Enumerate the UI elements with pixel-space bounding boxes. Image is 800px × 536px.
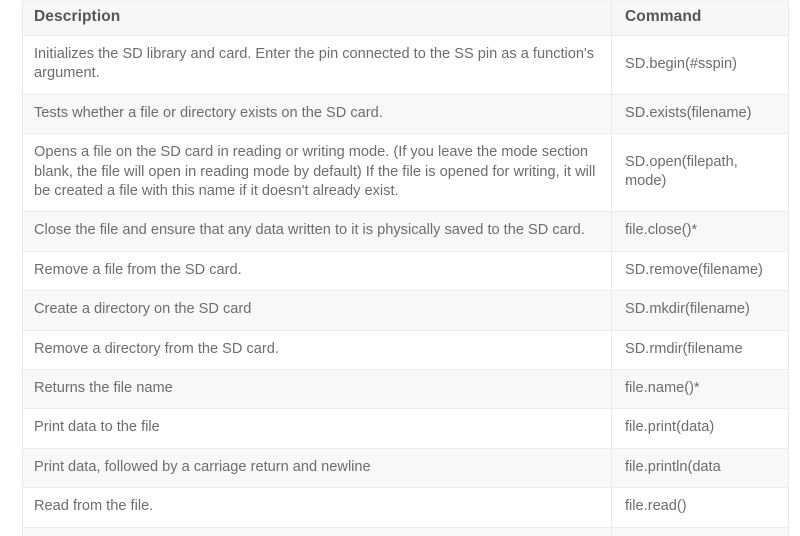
table-row: Remove a directory from the SD card. SD.… [22, 330, 789, 371]
cell-command: file.name()* [611, 369, 789, 410]
cell-command: SD.open(filepath, mode) [611, 133, 789, 213]
table-row: Read from the file. file.read() [22, 487, 789, 528]
cell-description: Create a directory on the SD card [22, 290, 612, 331]
table-header: Description Command [22, 0, 789, 36]
table-row: Initializes the SD library and card. Ent… [22, 35, 789, 95]
cell-description: Tests whether a file or directory exists… [22, 94, 612, 135]
cell-command: SD.remove(filename) [611, 251, 789, 292]
table-row: Remove a file from the SD card. SD.remov… [22, 251, 789, 292]
cell-command: file.println(data [611, 448, 789, 489]
table-row: Opens a file on the SD card in reading o… [22, 133, 789, 213]
table-row: Returns the file name file.name()* [22, 369, 789, 410]
cell-description: Print data, followed by a carriage retur… [22, 448, 612, 489]
cell-description: Remove a file from the SD card. [22, 251, 612, 292]
cell-description: Opens a file on the SD card in reading o… [22, 133, 612, 213]
cell-description: Print data to the file [22, 408, 612, 449]
page-root: Description Command Initializes the SD l… [0, 0, 800, 536]
cell-command: SD.rmdir(filename [611, 330, 789, 371]
cell-description: Initializes the SD library and card. Ent… [22, 35, 612, 95]
sd-library-reference-table: Description Command Initializes the SD l… [22, 0, 789, 536]
table-body: Initializes the SD library and card. Ent… [22, 35, 789, 536]
cell-command: file.available() [611, 527, 789, 536]
column-header-description: Description [22, 0, 612, 36]
table-row: Close the file and ensure that any data … [22, 211, 789, 252]
table-header-row: Description Command [22, 0, 789, 36]
cell-description: Remove a directory from the SD card. [22, 330, 612, 371]
cell-description: Close the file and ensure that any data … [22, 211, 612, 252]
cell-description: Returns the file name [22, 369, 612, 410]
table-row: Create a directory on the SD card SD.mkd… [22, 290, 789, 331]
cell-command: file.read() [611, 487, 789, 528]
table-row: Check if there are any bytes available f… [22, 527, 789, 536]
table-row: Print data, followed by a carriage retur… [22, 448, 789, 489]
cell-command: SD.mkdir(filename) [611, 290, 789, 331]
cell-command: SD.exists(filename) [611, 94, 789, 135]
cell-description: Check if there are any bytes available f… [22, 527, 612, 536]
cell-command: SD.begin(#sspin) [611, 35, 789, 95]
cell-command: file.print(data) [611, 408, 789, 449]
cell-description: Read from the file. [22, 487, 612, 528]
table-row: Print data to the file file.print(data) [22, 408, 789, 449]
cell-command: file.close()* [611, 211, 789, 252]
column-header-command: Command [611, 0, 789, 36]
sd-library-reference-table-container: Description Command Initializes the SD l… [22, 0, 789, 536]
table-row: Tests whether a file or directory exists… [22, 94, 789, 135]
